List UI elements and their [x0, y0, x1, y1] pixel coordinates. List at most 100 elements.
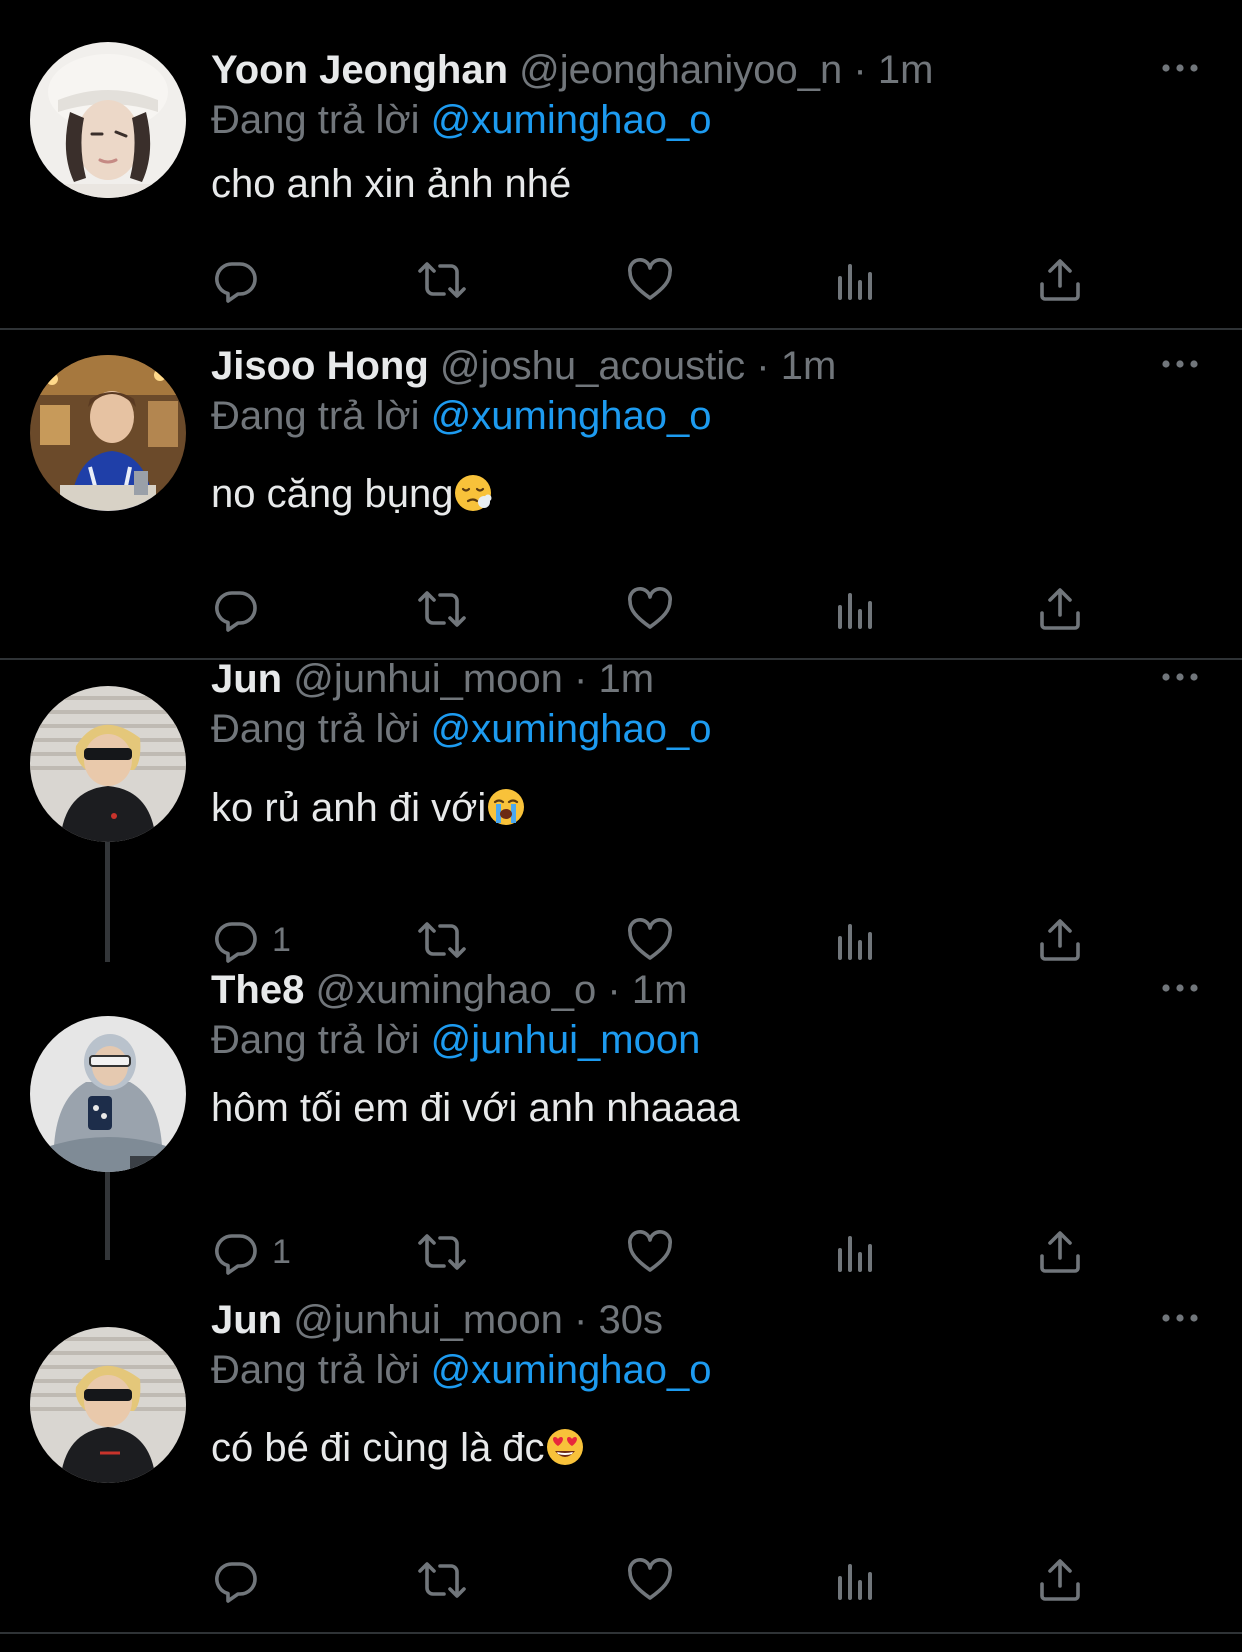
- avatar[interactable]: [30, 355, 186, 511]
- retweet-button[interactable]: [416, 1550, 468, 1610]
- display-name[interactable]: Yoon Jeonghan: [211, 48, 508, 92]
- tweet-text-content: cho anh xin ảnh nhé: [211, 162, 572, 206]
- views-button[interactable]: [832, 910, 880, 970]
- like-button[interactable]: [626, 1222, 674, 1282]
- more-icon: [1160, 58, 1200, 78]
- user-handle[interactable]: @jeonghaniyoo_n: [519, 48, 842, 92]
- views-button[interactable]: [832, 1550, 880, 1610]
- tweet-text-content: có bé đi cùng là đc: [211, 1426, 545, 1470]
- like-button[interactable]: [626, 1550, 674, 1610]
- views-icon: [832, 1228, 880, 1276]
- views-icon: [832, 256, 880, 304]
- retweet-icon: [416, 256, 468, 304]
- views-icon: [832, 585, 880, 633]
- more-icon: [1160, 354, 1200, 374]
- display-name[interactable]: The8: [211, 968, 304, 1012]
- tweet[interactable]: Jun @junhui_moon · 1m Đang trả lời @xumi…: [0, 657, 1242, 990]
- replying-to: Đang trả lời @junhui_moon: [211, 1014, 700, 1066]
- mention-link[interactable]: @junhui_moon: [431, 1018, 701, 1062]
- avatar[interactable]: [30, 686, 186, 842]
- views-icon: [832, 1556, 880, 1604]
- avatar[interactable]: [30, 42, 186, 198]
- mention-link[interactable]: @xuminghao_o: [431, 394, 712, 438]
- user-handle[interactable]: @junhui_moon: [293, 1298, 563, 1342]
- replying-to-prefix: Đang trả lời: [211, 1018, 420, 1062]
- tweet-header: Jun @junhui_moon · 30s: [211, 1294, 663, 1346]
- tweet-actions: [0, 1550, 1242, 1610]
- reply-button[interactable]: [212, 1550, 272, 1610]
- like-icon: [626, 585, 674, 633]
- mention-link[interactable]: @xuminghao_o: [431, 98, 712, 142]
- views-button[interactable]: [832, 250, 880, 310]
- share-button[interactable]: [1036, 250, 1084, 310]
- views-button[interactable]: [832, 579, 880, 639]
- tweet-text: no căng bụng: [211, 468, 493, 520]
- separator-dot: ·: [853, 48, 867, 92]
- timestamp[interactable]: 1m: [599, 657, 655, 701]
- retweet-button[interactable]: [416, 1222, 468, 1282]
- reply-button[interactable]: [212, 579, 272, 639]
- tweet-text: có bé đi cùng là đc: [211, 1422, 585, 1474]
- timestamp[interactable]: 1m: [632, 968, 688, 1012]
- share-button[interactable]: [1036, 1222, 1084, 1282]
- more-options-button[interactable]: [1160, 58, 1200, 78]
- display-name[interactable]: Jun: [211, 1298, 282, 1342]
- like-button[interactable]: [626, 250, 674, 310]
- more-options-button[interactable]: [1160, 978, 1200, 998]
- tweet[interactable]: Yoon Jeonghan @jeonghaniyoo_n · 1m Đang …: [0, 0, 1242, 330]
- display-name[interactable]: Jisoo Hong: [211, 344, 429, 388]
- loudly-crying-face-emoji: [486, 787, 526, 827]
- mention-link[interactable]: @xuminghao_o: [431, 707, 712, 751]
- tweet-text: ko rủ anh đi với: [211, 782, 526, 834]
- like-icon: [626, 1228, 674, 1276]
- tweet-header: The8 @xuminghao_o · 1m: [211, 964, 687, 1016]
- views-button[interactable]: [832, 1222, 880, 1282]
- display-name[interactable]: Jun: [211, 657, 282, 701]
- tweet-text: cho anh xin ảnh nhé: [211, 158, 571, 210]
- avatar[interactable]: [30, 1327, 186, 1483]
- like-button[interactable]: [626, 910, 674, 970]
- like-icon: [626, 256, 674, 304]
- timestamp[interactable]: 1m: [878, 48, 934, 92]
- mention-link[interactable]: @xuminghao_o: [431, 1348, 712, 1392]
- tweet-header: Jun @junhui_moon · 1m: [211, 653, 654, 705]
- replying-to-prefix: Đang trả lời: [211, 707, 420, 751]
- user-handle[interactable]: @junhui_moon: [293, 657, 563, 701]
- tweet-text: hôm tối em đi với anh nhaaaa: [211, 1082, 740, 1134]
- more-icon: [1160, 667, 1200, 687]
- reply-button[interactable]: 1: [212, 1222, 291, 1282]
- divider: [0, 1632, 1242, 1634]
- tweet-actions: 1: [0, 1222, 1242, 1282]
- retweet-icon: [416, 585, 468, 633]
- share-button[interactable]: [1036, 579, 1084, 639]
- more-options-button[interactable]: [1160, 667, 1200, 687]
- replying-to-prefix: Đang trả lời: [211, 394, 420, 438]
- retweet-icon: [416, 916, 468, 964]
- tweet-actions: [0, 250, 1242, 310]
- user-handle[interactable]: @joshu_acoustic: [440, 344, 745, 388]
- timestamp[interactable]: 1m: [781, 344, 837, 388]
- retweet-button[interactable]: [416, 910, 468, 970]
- avatar[interactable]: [30, 1016, 186, 1172]
- retweet-button[interactable]: [416, 250, 468, 310]
- reply-button[interactable]: 1: [212, 910, 291, 970]
- share-button[interactable]: [1036, 910, 1084, 970]
- reply-icon: [212, 585, 260, 633]
- replying-to: Đang trả lời @xuminghao_o: [211, 703, 711, 755]
- like-button[interactable]: [626, 579, 674, 639]
- tweet[interactable]: The8 @xuminghao_o · 1m Đang trả lời @jun…: [0, 968, 1242, 1300]
- more-options-button[interactable]: [1160, 354, 1200, 374]
- timestamp[interactable]: 30s: [599, 1298, 664, 1342]
- tweet[interactable]: Jun @junhui_moon · 30s Đang trả lời @xum…: [0, 1298, 1242, 1650]
- reply-count: 1: [272, 1232, 291, 1271]
- reply-icon: [212, 916, 260, 964]
- user-handle[interactable]: @xuminghao_o: [315, 968, 596, 1012]
- share-button[interactable]: [1036, 1550, 1084, 1610]
- retweet-button[interactable]: [416, 579, 468, 639]
- more-options-button[interactable]: [1160, 1308, 1200, 1328]
- tweet[interactable]: Jisoo Hong @joshu_acoustic · 1m Đang trả…: [0, 330, 1242, 660]
- reply-button[interactable]: [212, 250, 272, 310]
- share-icon: [1036, 585, 1084, 633]
- replying-to-prefix: Đang trả lời: [211, 98, 420, 142]
- separator-dot: ·: [574, 1298, 588, 1342]
